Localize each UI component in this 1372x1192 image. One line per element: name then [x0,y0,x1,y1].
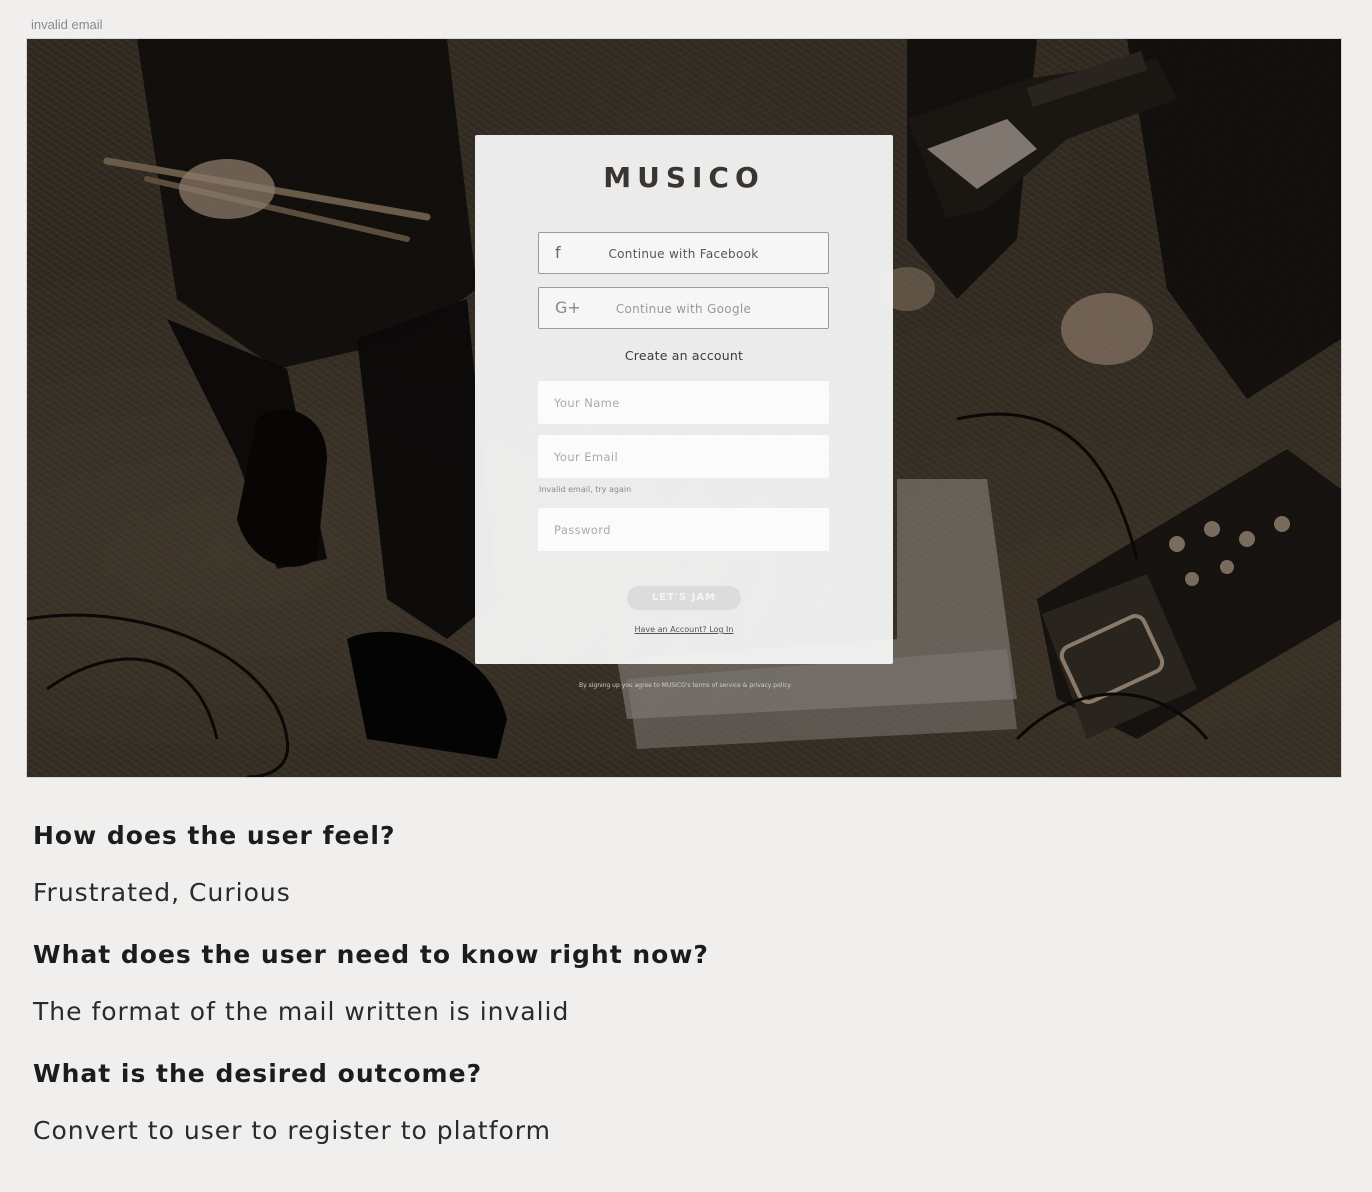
facebook-button-label: Continue with Facebook [608,247,759,261]
frame-label: invalid email [31,17,103,32]
continue-with-facebook-button[interactable]: f Continue with Facebook [538,232,829,274]
signup-modal: MUSICO f Continue with Facebook G+ Conti… [475,135,893,664]
create-account-heading: Create an account [624,348,744,363]
terms-text: By signing up you agree to MUSICO's term… [579,682,791,689]
question-desired-outcome: What is the desired outcome? [33,1059,483,1088]
password-field[interactable] [538,508,829,551]
google-button-label: Continue with Google [615,302,752,316]
question-user-needs: What does the user need to know right no… [33,940,709,969]
email-field[interactable] [538,435,829,478]
musico-logo: MUSICO [603,161,765,194]
answer-desired-outcome: Convert to user to register to platform [33,1116,551,1145]
answer-user-needs: The format of the mail written is invali… [33,997,570,1026]
annotation-notes: How does the user feel? Frustrated, Curi… [33,815,1333,1172]
login-link[interactable]: Have an Account? Log In [475,625,893,634]
answer-user-feeling: Frustrated, Curious [33,878,291,907]
email-error-message: Invalid email, try again [539,485,632,494]
question-user-feeling: How does the user feel? [33,821,396,850]
continue-with-google-button[interactable]: G+ Continue with Google [538,287,829,329]
name-field[interactable] [538,381,829,424]
signup-screen-artboard: MUSICO f Continue with Facebook G+ Conti… [27,39,1341,777]
lets-jam-button[interactable]: LET'S JAM [627,586,741,610]
